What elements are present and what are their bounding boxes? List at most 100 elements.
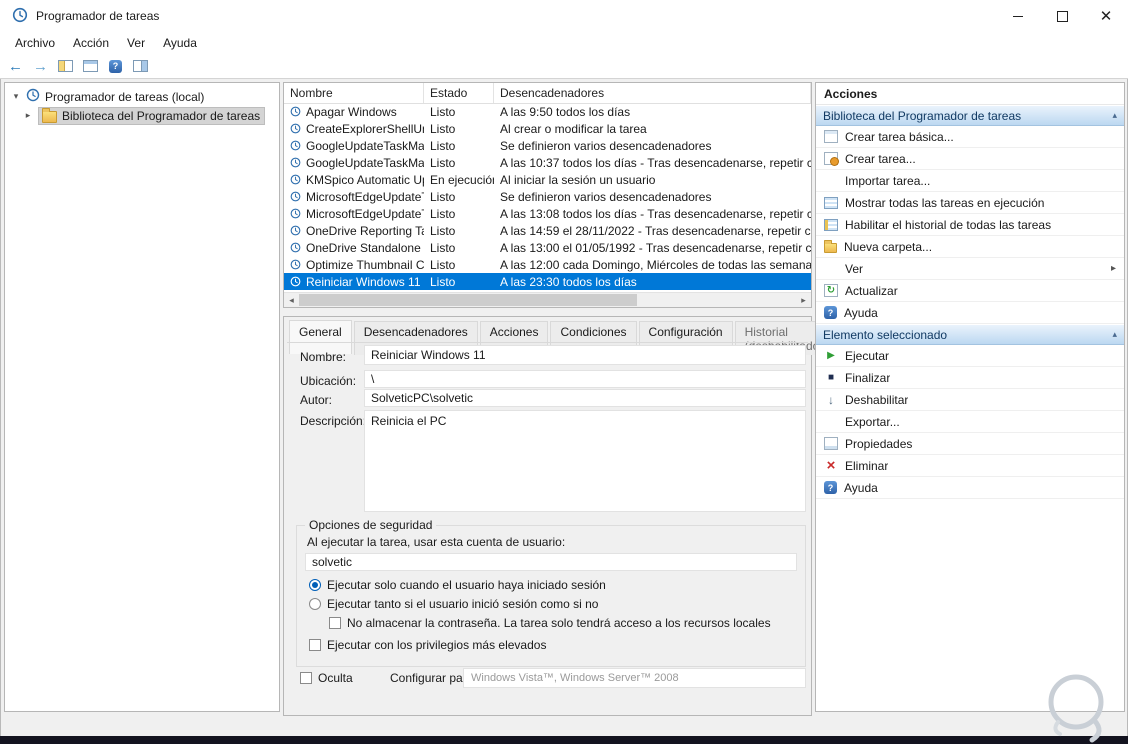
scrollbar-thumb[interactable] xyxy=(299,294,637,306)
action-item-label: Ver xyxy=(845,261,864,276)
task-row[interactable]: Optimize Thumbnail Ca... Listo A las 12:00… xyxy=(284,256,811,273)
properties-icon xyxy=(824,437,838,450)
task-status: Listo xyxy=(430,274,456,289)
checkbox-oculta[interactable] xyxy=(300,672,312,684)
tab-separator xyxy=(287,342,808,343)
forward-button[interactable]: → xyxy=(29,55,52,77)
create-task-icon xyxy=(824,152,839,166)
collapse-icon[interactable]: ▴ xyxy=(1112,110,1117,121)
descripcion-label: Descripción: xyxy=(300,414,367,428)
action-section-header[interactable]: Biblioteca del Programador de tareas ▴ xyxy=(816,105,1124,126)
task-row[interactable]: Apagar Windows Listo A las 9:50 todos los … xyxy=(284,103,811,120)
show-hide-actions-button[interactable] xyxy=(129,55,152,77)
scroll-right-icon[interactable]: ▸ xyxy=(796,295,811,306)
action-section-header[interactable]: Elemento seleccionado ▴ xyxy=(816,324,1124,345)
collapse-icon[interactable]: ▴ xyxy=(1112,329,1117,340)
action-item[interactable]: Ejecutar xyxy=(816,345,1124,367)
horizontal-scrollbar[interactable]: ◂ ▸ xyxy=(284,292,811,307)
export-list-button[interactable] xyxy=(79,55,102,77)
actions-title: Acciones xyxy=(816,83,1124,105)
scroll-left-icon[interactable]: ◂ xyxy=(284,295,299,306)
task-trigger: Al iniciar la sesión un usuario xyxy=(500,172,656,187)
task-row[interactable]: GoogleUpdateTaskMac... Listo A las 10:37 t… xyxy=(284,154,811,171)
action-item[interactable]: Habilitar el historial de todas las tare… xyxy=(816,214,1124,236)
expand-arrow-icon[interactable]: ▸ xyxy=(23,110,33,121)
action-item-label: Importar tarea... xyxy=(845,173,931,188)
caption-buttons: ✕ xyxy=(996,0,1128,32)
descripcion-field[interactable]: Reinicia el PC xyxy=(364,410,806,512)
task-trigger: Se definieron varios desencadenadores xyxy=(500,138,712,153)
task-row[interactable]: OneDrive Reporting Tas... Listo A las 14:5… xyxy=(284,222,811,239)
menu-ayuda[interactable]: Ayuda xyxy=(154,34,206,52)
ubicacion-label: Ubicación: xyxy=(300,374,357,388)
clock-icon xyxy=(290,276,301,287)
refresh-icon xyxy=(824,284,838,297)
selected-tree-item-highlight: Biblioteca del Programador de tareas xyxy=(38,106,266,125)
action-item[interactable]: Ver ▸ xyxy=(816,258,1124,280)
tree-item-task-scheduler-local[interactable]: ▾ Programador de tareas (local) xyxy=(5,87,279,106)
checkbox-no-password[interactable] xyxy=(329,617,341,629)
menu-accion[interactable]: Acción xyxy=(64,34,118,52)
tree-root-label: Programador de tareas (local) xyxy=(45,89,205,104)
nombre-field[interactable]: Reiniciar Windows 11 xyxy=(364,345,806,365)
action-item[interactable]: Crear tarea... xyxy=(816,148,1124,170)
export-list-icon xyxy=(83,60,98,72)
task-row[interactable]: Reiniciar Windows 11 Listo A las 23:30 tod… xyxy=(284,273,811,290)
action-item[interactable]: Nueva carpeta... xyxy=(816,236,1124,258)
help-icon xyxy=(824,481,837,494)
task-status: Listo xyxy=(430,189,456,204)
menu-ver[interactable]: Ver xyxy=(118,34,154,52)
action-item[interactable]: Importar tarea... xyxy=(816,170,1124,192)
menubar: Archivo Acción Ver Ayuda xyxy=(0,32,1128,54)
column-header-nombre[interactable]: Nombre xyxy=(284,83,424,103)
task-row[interactable]: CreateExplorerShellUnel... Listo Al crear … xyxy=(284,120,811,137)
help-button[interactable] xyxy=(104,55,127,77)
radio-run-any[interactable] xyxy=(309,598,321,610)
collapse-arrow-icon[interactable]: ▾ xyxy=(11,91,21,102)
action-item[interactable]: Crear tarea básica... xyxy=(816,126,1124,148)
help-icon xyxy=(109,59,122,73)
action-item[interactable]: Ayuda xyxy=(816,477,1124,499)
tab-general[interactable]: General xyxy=(289,320,352,354)
stop-icon xyxy=(824,371,838,385)
account-field[interactable]: solvetic xyxy=(305,553,797,571)
action-item[interactable]: Propiedades xyxy=(816,433,1124,455)
task-row[interactable]: GoogleUpdateTaskMac... Listo Se definieron… xyxy=(284,137,811,154)
autor-field[interactable]: SolveticPC\solvetic xyxy=(364,389,806,407)
task-name: MicrosoftEdgeUpdateTa... xyxy=(284,190,424,204)
task-list-header: Nombre Estado Desencadenadores xyxy=(284,83,811,104)
security-options-group: Opciones de seguridad Al ejecutar la tar… xyxy=(296,518,806,667)
tree-item-task-scheduler-library[interactable]: ▸ Biblioteca del Programador de tareas xyxy=(5,106,279,125)
column-header-estado[interactable]: Estado xyxy=(424,83,494,103)
radio-run-logged-in[interactable] xyxy=(309,579,321,591)
minimize-button[interactable] xyxy=(996,0,1040,32)
show-hide-tree-button[interactable] xyxy=(54,55,77,77)
checkbox-highest-privileges[interactable] xyxy=(309,639,321,651)
forward-icon: → xyxy=(33,57,48,75)
clock-icon xyxy=(290,106,301,117)
task-row[interactable]: OneDrive Standalone U... Listo A las 13:00… xyxy=(284,239,811,256)
action-item[interactable]: Exportar... xyxy=(816,411,1124,433)
ubicacion-field[interactable]: \ xyxy=(364,370,806,388)
action-item[interactable]: Deshabilitar xyxy=(816,389,1124,411)
column-header-desencadenadores[interactable]: Desencadenadores xyxy=(494,83,811,103)
configure-for-select[interactable]: Windows Vista™, Windows Server™ 2008 xyxy=(463,668,806,688)
action-item[interactable]: Actualizar xyxy=(816,280,1124,302)
action-item-label: Crear tarea básica... xyxy=(845,129,954,144)
task-status: En ejecución xyxy=(430,172,494,187)
menu-archivo[interactable]: Archivo xyxy=(6,34,64,52)
back-button[interactable]: ← xyxy=(4,55,27,77)
action-item[interactable]: Ayuda xyxy=(816,302,1124,324)
clock-icon xyxy=(290,259,301,270)
maximize-button[interactable] xyxy=(1040,0,1084,32)
task-row[interactable]: MicrosoftEdgeUpdateTa... Listo Se definier… xyxy=(284,188,811,205)
task-row[interactable]: MicrosoftEdgeUpdateTa... Listo A las 13:08… xyxy=(284,205,811,222)
action-item[interactable]: Finalizar xyxy=(816,367,1124,389)
close-button[interactable]: ✕ xyxy=(1084,0,1128,32)
action-item[interactable]: Eliminar xyxy=(816,455,1124,477)
task-row[interactable]: KMSpico Automatic Up... En ejecución Al in… xyxy=(284,171,811,188)
action-item[interactable]: Mostrar todas las tareas en ejecución xyxy=(816,192,1124,214)
scrollbar-track[interactable] xyxy=(299,293,796,307)
section-header-label: Elemento seleccionado xyxy=(823,327,948,342)
clock-icon xyxy=(290,225,301,236)
